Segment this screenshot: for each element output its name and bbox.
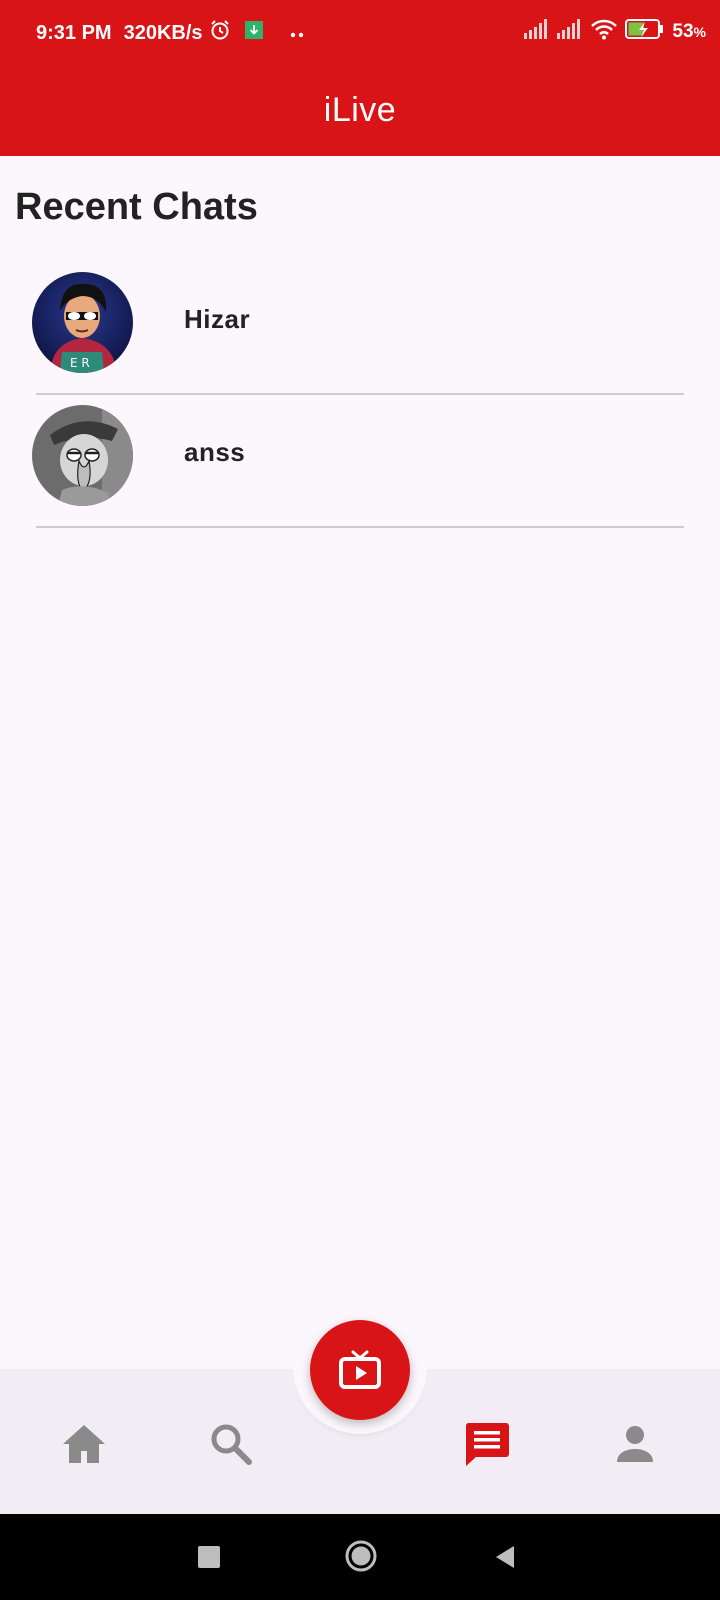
signal-icon [524,19,550,45]
chat-name: Hizar [184,304,251,334]
download-icon [244,21,263,45]
signal-icon [557,19,583,45]
avatar-hero-icon: E R [32,272,133,373]
chat-name: anss [184,437,246,467]
home-icon [63,1425,105,1463]
section-title: Recent Chats [15,186,258,228]
battery-percent: 53% [672,21,706,42]
nav-home[interactable] [54,1419,114,1469]
search-icon [211,1424,252,1465]
live-tv-icon [339,1350,381,1389]
avatar-squid-icon [32,405,133,506]
avatar [32,405,133,506]
battery-charging-icon [625,18,665,46]
app-title: iLive [323,90,397,129]
network-speed: 320KB/s [123,21,203,44]
chat-list-item[interactable]: E R Hizar [0,262,720,395]
recents-icon [198,1546,220,1568]
back-button[interactable] [494,1545,516,1569]
go-live-button[interactable] [310,1320,410,1420]
status-bar: 9:31 PM 320KB/s 53% [0,0,720,64]
chat-list: E R Hizar anss [0,262,720,528]
app-bar: iLive [0,64,720,156]
alarm-icon [209,19,231,47]
person-icon [617,1426,653,1462]
home-circle-icon [345,1540,377,1572]
status-time: 9:31 PM [36,21,112,44]
avatar: E R [32,272,133,373]
nav-profile[interactable] [605,1419,665,1469]
chat-icon [465,1423,509,1466]
svg-text:E R: E R [70,356,90,370]
back-icon [496,1546,514,1568]
wifi-icon [590,18,618,46]
home-system-button[interactable] [344,1539,378,1573]
system-navigation-bar [0,1514,720,1600]
dots-icon [289,22,305,45]
divider [36,526,684,528]
chat-list-item[interactable]: anss [0,395,720,528]
recents-button[interactable] [198,1546,220,1568]
nav-chats[interactable] [457,1419,517,1469]
nav-search[interactable] [201,1419,261,1469]
